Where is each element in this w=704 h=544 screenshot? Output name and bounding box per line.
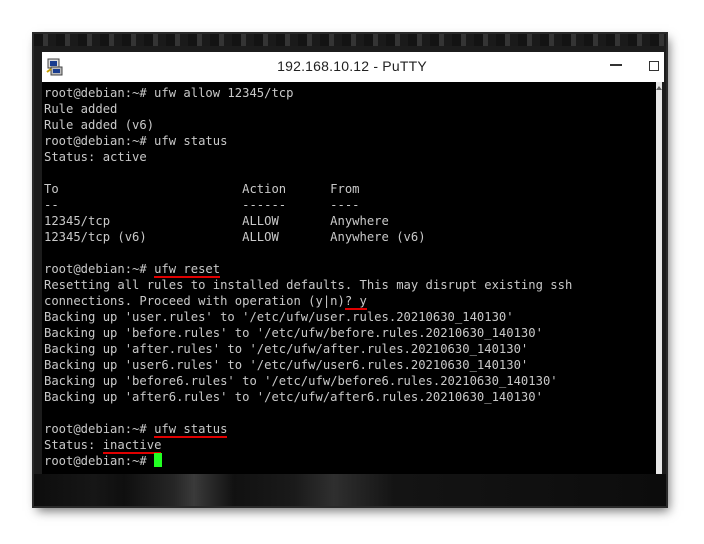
inactive-status-highlight: inactive [102, 438, 162, 454]
prompt: root@debian:~# [44, 262, 155, 276]
scrollbar[interactable] [656, 82, 662, 492]
terminal-line-inactive: Status: inactive [44, 437, 656, 454]
window-titlebar[interactable]: 192.168.10.12 - PuTTY [42, 52, 664, 83]
terminal-line: 12345/tcp ALLOW Anywhere [44, 214, 389, 228]
terminal-cursor [154, 453, 163, 467]
terminal-line: Backing up 'user6.rules' to '/etc/ufw/us… [44, 358, 529, 372]
terminal-line: Backing up 'user.rules' to '/etc/ufw/use… [44, 310, 514, 324]
terminal-line: Status: active [44, 150, 147, 164]
prompt: root@debian:~# [44, 422, 155, 436]
scroll-up-arrow-icon[interactable] [656, 86, 662, 90]
terminal-output[interactable]: root@debian:~# ufw allow 12345/tcp Rule a… [42, 82, 656, 492]
window-title: 192.168.10.12 - PuTTY [277, 58, 427, 74]
screenshot-frame: 192.168.10.12 - PuTTY root@debian:~# ufw… [34, 34, 666, 506]
terminal-line: Rule added (v6) [44, 118, 155, 132]
minimize-button[interactable] [610, 64, 622, 66]
terminal-line: Rule added [44, 102, 118, 116]
terminal-line: Resetting all rules to installed default… [44, 278, 573, 292]
terminal-line: root@debian:~# ufw status [44, 134, 228, 148]
terminal-line-status: root@debian:~# ufw status [44, 421, 656, 438]
desktop-taskbar [34, 474, 666, 506]
terminal-line-reset: root@debian:~# ufw reset [44, 261, 656, 278]
status-command-highlight: ufw status [154, 422, 228, 438]
confirm-question: connections. Proceed with operation (y|n… [44, 294, 345, 308]
terminal-line-prompt[interactable]: root@debian:~# [44, 453, 656, 469]
terminal-line: Backing up 'after6.rules' to '/etc/ufw/a… [44, 390, 543, 404]
terminal-line: root@debian:~# ufw allow 12345/tcp [44, 86, 294, 100]
terminal-text: root@debian:~# ufw allow 12345/tcp Rule a… [42, 82, 656, 469]
maximize-button[interactable] [644, 52, 664, 82]
terminal-line: 12345/tcp (v6) ALLOW Anywhere (v6) [44, 230, 426, 244]
terminal-line-confirm: connections. Proceed with operation (y|n… [44, 293, 656, 310]
prompt: root@debian:~# [44, 454, 155, 468]
terminal-line: Backing up 'before.rules' to '/etc/ufw/b… [44, 326, 543, 340]
terminal-line: Backing up 'after.rules' to '/etc/ufw/af… [44, 342, 529, 356]
terminal-line: To Action From [44, 182, 360, 196]
reset-command-highlight: ufw reset [154, 262, 221, 278]
maximize-icon [649, 61, 659, 71]
terminal-line: -- ------ ---- [44, 198, 360, 212]
status-label: Status: [44, 438, 103, 452]
terminal-line: Backing up 'before6.rules' to '/etc/ufw/… [44, 374, 558, 388]
confirm-answer-highlight: ? y [344, 294, 367, 310]
